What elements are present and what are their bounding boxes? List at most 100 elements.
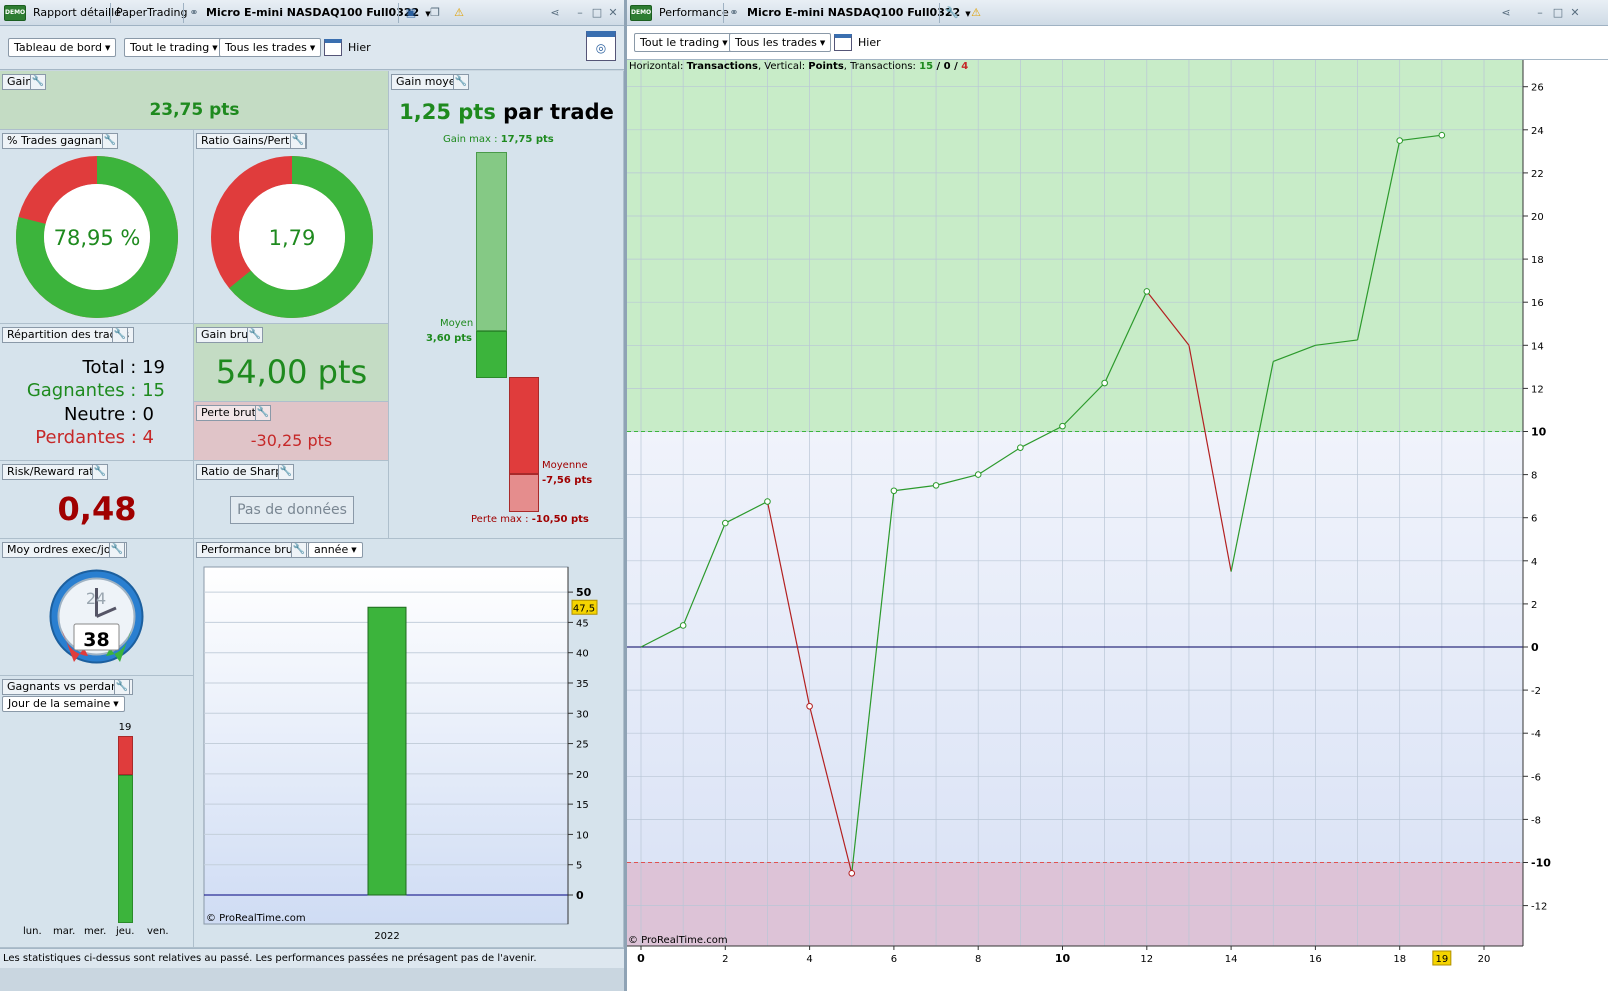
neutral-trades: Neutre : 0 [63,404,154,425]
wrench-icon[interactable]: 🔧 [290,133,306,149]
performance-info: Horizontal: Transactions, Vertical: Poin… [629,61,968,72]
y-tick-label: -4 [1531,729,1541,740]
warning-icon[interactable]: ⚠ [969,6,983,20]
max-gain-label: Gain max : 17,75 pts [443,134,554,145]
wrench-icon[interactable]: 🔧 [30,74,46,90]
mean-loss-label: Moyenne [542,460,588,471]
trades-dropdown[interactable]: Tous les trades ▼ [219,38,322,57]
y-tick-label: 50 [576,586,592,599]
ratio-panel: Ratio Gains/Pertes 🔧 1,79 [194,130,389,324]
max-loss-value: -10,50 pts [531,514,589,525]
wrench-icon[interactable]: 🔧 [114,679,130,695]
weekday-dropdown[interactable]: Jour de la semaine ▼ [2,696,125,712]
divider [110,3,111,23]
distribution-panel: Répartition des trades 🔧 Total : 19 Gagn… [0,324,194,461]
wrench-icon[interactable]: 🔧 [291,542,307,558]
y-tick-label: 25 [576,740,589,751]
max-gain-bar [476,152,507,331]
x-tick-label: 6 [891,954,897,965]
performance-chart: -12-10-8-6-4-2024681012141618202224260 2 4… [627,60,1608,991]
info-text: Horizontal: [629,61,684,72]
data-point [722,519,729,527]
date-label[interactable]: Hier [348,41,371,54]
left-toolbar: Tableau de bord ▼ Tout le trading ▼ Tous l… [0,26,624,70]
link-icon[interactable]: ⚭ [727,6,741,20]
tab-performance[interactable]: Performance [659,0,729,26]
share-icon[interactable]: ⋖ [548,6,562,20]
gross-gain-panel: Gain brut 🔧 54,00 pts [194,324,389,402]
win-percent-title: % Trades gagnants [2,133,117,149]
right-window-titlebar: DEMO Performance ⚭ Micro E-mini NASDAQ10… [627,0,1608,26]
trading-dropdown[interactable]: Tout le trading ▼ [634,33,734,52]
mean-loss-bar [509,377,539,474]
maximize-icon[interactable]: □ [590,6,604,20]
dashboard-dropdown[interactable]: Tableau de bord ▼ [8,38,117,57]
close-icon[interactable]: ✕ [606,6,620,20]
wrench-icon[interactable]: 🔧 [112,327,128,343]
x-tick-label: 18 [1393,954,1406,965]
data-point [1438,131,1446,139]
copy-icon[interactable]: ❐ [428,6,442,20]
divider [183,3,184,23]
y-tick-label: 12 [1531,384,1544,395]
y-tick-label: 18 [1531,255,1544,266]
instrument-selector[interactable]: Micro E-mini NASDAQ100 Full0322 ▼ [747,0,971,26]
calendar-icon[interactable] [834,34,852,51]
instrument-name: Micro E-mini NASDAQ100 Full0322 [206,6,420,19]
link-icon[interactable]: ⚭ [187,6,201,20]
wrench-icon[interactable]: 🔧 [945,6,959,20]
wrench-icon[interactable]: 🔧 [92,464,108,480]
losing-trades: Perdantes : 4 [35,427,154,448]
losers-bar [118,736,133,776]
data-point [1396,137,1404,144]
y-tick-label: 0 [1531,641,1539,654]
data-point [764,498,771,505]
trades-dropdown[interactable]: Tous les trades ▼ [729,33,832,52]
minimize-icon[interactable]: – [573,6,587,20]
tab-detailed-report[interactable]: Rapport détaillé [33,0,121,26]
day-label-wed: mer. [84,926,107,937]
calendar-icon[interactable] [324,39,342,56]
mean-gain-value: 3,60 pts [425,333,472,344]
share-icon[interactable]: ⋖ [1499,6,1513,20]
wrench-icon[interactable]: 🔧 [453,74,469,90]
data-point [848,869,856,877]
data-point [1017,444,1024,451]
y-tick-label: 30 [576,709,589,720]
dashboard-settings-icon[interactable]: ◎ [586,31,616,61]
data-point [932,482,940,489]
trading-dropdown[interactable]: Tout le trading ▼ [124,38,224,57]
maximize-icon[interactable]: □ [1551,6,1565,20]
footer-bottom [0,968,624,991]
demo-icon: DEMO [4,5,26,21]
y-tick-label: -6 [1531,772,1541,783]
warning-icon[interactable]: ⚠ [452,6,466,20]
minimize-icon[interactable]: – [1533,6,1547,20]
close-icon[interactable]: ✕ [1568,6,1582,20]
chart-icon[interactable]: ▣ [404,6,418,20]
win-percent-panel: % Trades gagnants 🔧 78,95 % [0,130,194,324]
info-separator: / [950,61,962,72]
x-tick-label: 4 [806,954,812,965]
y-tick-label: 0 [576,889,584,902]
wrench-icon[interactable]: 🔧 [109,542,125,558]
y-tick-label: 2 [1531,600,1537,611]
wrench-icon[interactable]: 🔧 [278,464,294,480]
period-dropdown[interactable]: année ▼ [308,542,363,558]
profit-zone [627,60,1523,432]
y-tick-label: 5 [576,861,582,872]
instrument-selector[interactable]: Micro E-mini NASDAQ100 Full0322 ▼ [206,0,431,26]
y-tick-label: 40 [576,649,589,660]
clock-hours: 24 [85,589,107,608]
demo-icon: DEMO [630,5,652,21]
date-label[interactable]: Hier [858,36,881,49]
wrench-icon[interactable]: 🔧 [102,133,118,149]
y-tick-label: -8 [1531,815,1541,826]
wrench-icon[interactable]: 🔧 [247,327,263,343]
avg-gain-value: 1,25 pts [399,100,496,124]
tab-papertrading[interactable]: PaperTrading [116,0,188,26]
wrench-icon[interactable]: 🔧 [255,405,271,421]
x-tick-label: 8 [975,954,981,965]
loss-zone [627,862,1523,946]
x-axis-area [627,946,1608,991]
